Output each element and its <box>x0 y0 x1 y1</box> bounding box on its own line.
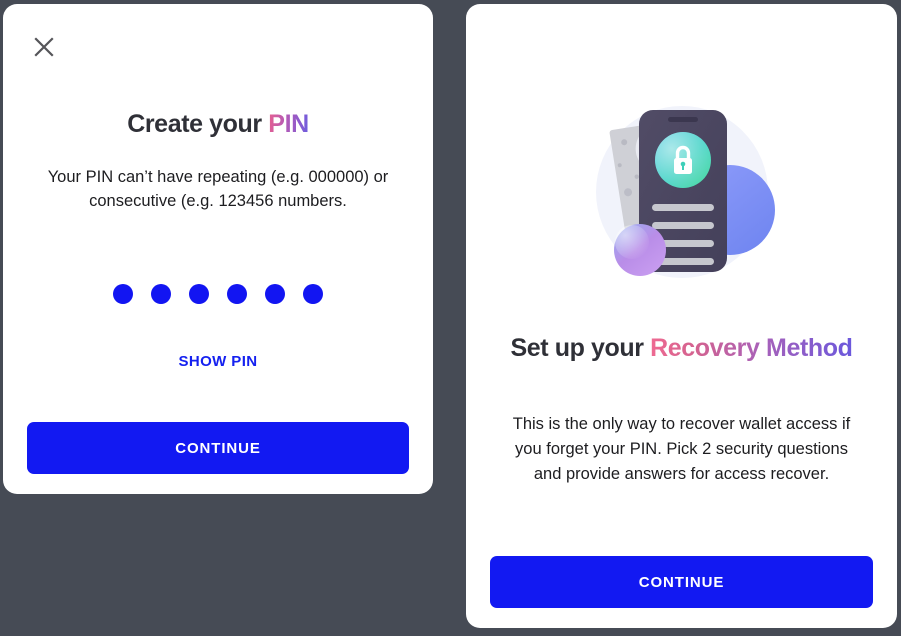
pin-dot[interactable] <box>227 284 247 304</box>
pin-card-topbar <box>3 4 433 84</box>
pin-dot[interactable] <box>113 284 133 304</box>
page-title: Set up your Recovery Method <box>466 334 897 363</box>
pin-dot[interactable] <box>265 284 285 304</box>
pin-dot[interactable] <box>151 284 171 304</box>
text-line <box>651 222 714 229</box>
pin-input[interactable] <box>3 284 433 304</box>
recovery-card-topbar <box>466 4 897 84</box>
page-title-plain: Set up your <box>510 334 644 362</box>
show-pin-link[interactable]: SHOW PIN <box>3 353 433 370</box>
continue-button[interactable]: CONTINUE <box>27 422 409 474</box>
page-title-accent: Recovery Method <box>650 334 853 362</box>
recovery-description: This is the only way to recover wallet a… <box>512 415 851 483</box>
pin-dot[interactable] <box>189 284 209 304</box>
recovery-method-card: Set up your Recovery Method This is the … <box>466 4 897 628</box>
close-icon[interactable] <box>25 28 63 66</box>
pin-description: Your PIN can’t have repeating (e.g. 0000… <box>47 168 389 210</box>
page-title-plain: Create your <box>127 110 262 138</box>
page-title: Create your PIN <box>3 110 433 139</box>
pin-dot[interactable] <box>303 284 323 304</box>
lock-badge-icon <box>654 132 711 188</box>
create-pin-card: Create your PIN Your PIN can’t have repe… <box>3 4 433 494</box>
phone-lock-illustration <box>582 92 782 297</box>
text-line <box>651 204 714 211</box>
continue-button[interactable]: CONTINUE <box>490 556 873 608</box>
page-title-accent: PIN <box>268 110 309 138</box>
purple-sphere <box>613 224 666 276</box>
